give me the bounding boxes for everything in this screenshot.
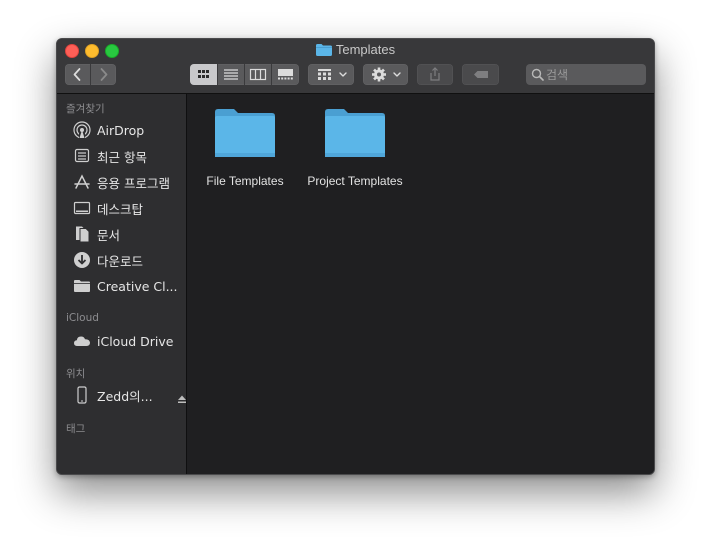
folder-icon xyxy=(325,109,385,157)
sidebar-item-label: 문서 xyxy=(97,227,121,243)
downloads-icon xyxy=(73,251,93,269)
sidebar-item-label: Zedd의... xyxy=(97,388,153,404)
tag-button[interactable] xyxy=(462,64,499,85)
chevron-left-icon xyxy=(73,68,81,81)
sidebar-item-creative-cloud[interactable]: Creative Cl... xyxy=(73,275,185,297)
cloud-icon xyxy=(73,332,93,350)
folder-icon xyxy=(215,109,275,157)
gallery-icon xyxy=(278,69,293,80)
content-area: File Templates Project Templates xyxy=(187,94,654,474)
sidebar-item-downloads[interactable]: 다운로드 xyxy=(73,249,185,271)
sidebar: 즐겨찾기 AirDrop 최근 항목 응용 프로그램 데스크탑 문서 다운로드 … xyxy=(57,94,187,474)
section-header-favorites: 즐겨찾기 xyxy=(66,103,105,115)
group-by-button[interactable] xyxy=(308,64,354,85)
sidebar-item-label: 데스크탑 xyxy=(97,201,144,217)
chevron-down-icon xyxy=(339,72,347,77)
list-view-button[interactable] xyxy=(218,64,244,85)
share-icon xyxy=(430,67,440,81)
sidebar-item-label: 응용 프로그램 xyxy=(97,175,170,191)
sidebar-item-icloud-drive[interactable]: iCloud Drive xyxy=(73,330,185,352)
sidebar-item-label: iCloud Drive xyxy=(97,333,174,349)
sidebar-item-label: 최근 항목 xyxy=(97,149,147,165)
applications-icon xyxy=(73,173,93,191)
folder-icon xyxy=(315,43,332,61)
share-button[interactable] xyxy=(417,64,453,85)
sidebar-item-label: Creative Cl... xyxy=(97,278,178,294)
finder-window: Templates 검색 즐겨찾기 AirDrop 최근 항목 응용 프로그램 … xyxy=(56,38,655,475)
search-input[interactable] xyxy=(546,65,641,84)
chevron-right-icon xyxy=(100,68,108,81)
iphone-icon xyxy=(73,386,93,404)
window-title: Templates xyxy=(57,41,654,61)
sidebar-item-airdrop[interactable]: AirDrop xyxy=(73,119,185,141)
desktop-icon xyxy=(73,199,93,217)
action-menu-button[interactable] xyxy=(363,64,408,85)
columns-icon xyxy=(249,68,267,81)
folder-icon xyxy=(73,277,93,295)
airdrop-icon xyxy=(73,121,93,139)
eject-icon[interactable] xyxy=(177,389,187,408)
gallery-view-button[interactable] xyxy=(272,64,299,85)
nav-buttons xyxy=(65,64,116,85)
gear-icon xyxy=(372,67,401,82)
folder-name: File Templates xyxy=(206,174,284,188)
folder-name: Project Templates xyxy=(307,174,403,188)
icon-view-button[interactable] xyxy=(190,64,217,85)
column-view-button[interactable] xyxy=(245,64,271,85)
sidebar-item-label: AirDrop xyxy=(97,122,145,138)
sidebar-item-documents[interactable]: 문서 xyxy=(73,223,185,245)
sidebar-item-recents[interactable]: 최근 항목 xyxy=(73,145,185,167)
folder-item-project-templates[interactable]: Project Templates xyxy=(300,108,410,198)
sidebar-item-applications[interactable]: 응용 프로그램 xyxy=(73,171,185,193)
sidebar-item-desktop[interactable]: 데스크탑 xyxy=(73,197,185,219)
section-header-icloud: iCloud xyxy=(66,312,99,324)
group-grid-icon xyxy=(318,69,347,80)
back-button[interactable] xyxy=(65,64,90,85)
documents-icon xyxy=(73,225,93,243)
view-mode-segmented xyxy=(190,64,299,85)
grid-icon xyxy=(198,70,209,78)
folder-item-file-templates[interactable]: File Templates xyxy=(190,108,300,198)
window-title-text: Templates xyxy=(335,42,396,57)
section-header-locations: 위치 xyxy=(66,368,86,380)
recents-icon xyxy=(73,147,93,165)
section-header-tags: 태그 xyxy=(66,423,86,435)
forward-button[interactable] xyxy=(91,64,116,85)
titlebar: Templates xyxy=(57,39,654,94)
search-icon xyxy=(531,68,544,81)
tag-icon xyxy=(474,71,488,78)
sidebar-item-label: 다운로드 xyxy=(97,253,144,269)
list-icon xyxy=(224,69,238,80)
search-field[interactable] xyxy=(526,64,646,85)
sidebar-item-iphone[interactable]: Zedd의... xyxy=(73,384,187,408)
